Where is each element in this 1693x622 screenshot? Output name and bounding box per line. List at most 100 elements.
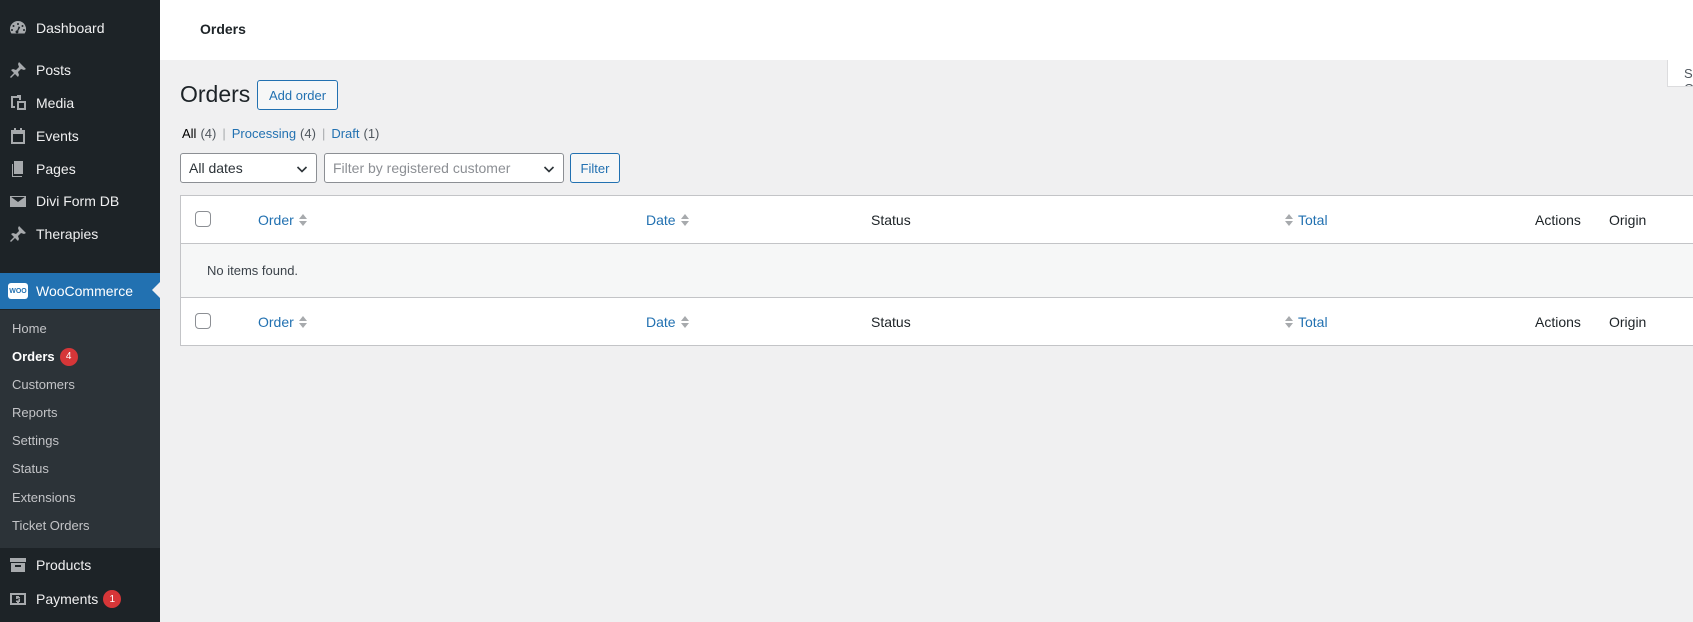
sort-icon <box>1284 212 1294 228</box>
menu-label: Payments <box>36 591 99 607</box>
select-all-checkbox[interactable] <box>195 211 211 227</box>
submenu-label: Reports <box>12 405 58 420</box>
menu-label: Therapies <box>36 226 99 242</box>
pin-icon <box>8 60 28 80</box>
chevron-down-icon <box>296 162 308 174</box>
submenu-item-orders[interactable]: Orders 4 <box>12 347 78 367</box>
woo-icon: WOO <box>8 283 28 299</box>
view-separator: | <box>321 126 326 141</box>
column-actions: Actions <box>1535 314 1581 330</box>
submenu-label: Home <box>12 321 47 336</box>
column-date-sort[interactable]: Date <box>646 196 694 244</box>
sort-icon <box>298 314 308 330</box>
page-title: Orders <box>180 81 251 107</box>
view-draft-link[interactable]: Draft <box>331 126 359 141</box>
submenu-label: Settings <box>12 433 59 448</box>
menu-label: Divi Form DB <box>36 193 120 209</box>
column-origin: Origin <box>1609 212 1647 228</box>
pin-icon <box>8 224 28 244</box>
column-origin: Origin <box>1609 314 1647 330</box>
menu-label: Pages <box>36 161 76 177</box>
calendar-icon <box>8 126 28 146</box>
column-status: Status <box>871 212 911 228</box>
page-header: Orders <box>160 0 1693 60</box>
column-date-sort[interactable]: Date <box>646 298 694 346</box>
submenu-item-home[interactable]: Home <box>12 319 47 339</box>
menu-label: Media <box>36 95 75 111</box>
sort-icon <box>298 212 308 228</box>
column-total-sort[interactable]: Total <box>1280 298 1328 346</box>
media-icon <box>8 93 28 113</box>
customer-filter-placeholder: Filter by registered customer <box>333 160 511 176</box>
customer-filter-select[interactable]: Filter by registered customer <box>324 153 564 183</box>
sort-icon <box>680 314 690 330</box>
pages-icon <box>8 159 28 179</box>
chevron-down-icon <box>543 162 555 174</box>
woocommerce-submenu: Home Orders 4 Customers Reports Settings … <box>0 310 160 548</box>
menu-item-media[interactable]: Media <box>0 86 160 120</box>
view-processing-count: (4) <box>300 126 316 141</box>
payments-count-badge: 1 <box>103 590 122 608</box>
menu-item-events[interactable]: Events <box>0 119 160 153</box>
view-processing-link[interactable]: Processing <box>232 126 296 141</box>
table-footer: Order Date Status Total Actions Origin <box>181 297 1693 345</box>
empty-message: No items found. <box>207 263 299 278</box>
status-views: All (4) | Processing (4) | Draft (1) <box>182 126 379 141</box>
orders-count-badge: 4 <box>59 348 78 366</box>
empty-table-row: No items found. <box>181 244 1693 297</box>
menu-label: WooCommerce <box>36 283 133 299</box>
submenu-item-reports[interactable]: Reports <box>12 403 58 423</box>
submenu-item-customers[interactable]: Customers <box>12 375 75 395</box>
view-draft-count: (1) <box>363 126 380 141</box>
add-order-button[interactable]: Add order <box>257 80 339 110</box>
sort-icon <box>680 212 690 228</box>
menu-label: Products <box>36 557 92 573</box>
menu-item-therapies[interactable]: Therapies <box>0 217 160 251</box>
date-filter-value: All dates <box>189 160 243 176</box>
menu-item-payments[interactable]: Payments 1 <box>0 582 160 616</box>
menu-item-pages[interactable]: Pages <box>0 152 160 186</box>
menu-label: Posts <box>36 62 72 78</box>
money-icon <box>8 589 28 609</box>
menu-item-woocommerce[interactable]: WOO WooCommerce <box>0 273 160 309</box>
view-all-link[interactable]: All <box>182 126 196 141</box>
archive-icon <box>8 555 28 575</box>
submenu-item-extensions[interactable]: Extensions <box>12 488 76 508</box>
submenu-item-settings[interactable]: Settings <box>12 431 59 451</box>
dashboard-icon <box>8 18 28 38</box>
table-header: Order Date Status Total Actions Origin <box>181 196 1693 244</box>
menu-item-products[interactable]: Products <box>0 548 160 582</box>
menu-item-divi-form-db[interactable]: Divi Form DB <box>0 184 160 218</box>
column-order-sort[interactable]: Order <box>258 196 312 244</box>
breadcrumb: Orders <box>200 21 246 37</box>
orders-table: Order Date Status Total Actions Origin N… <box>180 195 1693 346</box>
column-label: Date <box>646 314 676 330</box>
column-status: Status <box>871 314 911 330</box>
column-total-sort[interactable]: Total <box>1280 196 1328 244</box>
submenu-item-ticket-orders[interactable]: Ticket Orders <box>12 516 90 536</box>
menu-label: Events <box>36 128 79 144</box>
screen-options-button[interactable]: Screen Options <box>1667 60 1693 87</box>
submenu-label: Orders <box>12 349 55 364</box>
menu-item-posts[interactable]: Posts <box>0 53 160 87</box>
column-label: Date <box>646 212 676 228</box>
column-label: Total <box>1298 314 1328 330</box>
menu-label: Dashboard <box>36 20 105 36</box>
column-label: Total <box>1298 212 1328 228</box>
column-order-sort[interactable]: Order <box>258 298 312 346</box>
view-all-count: (4) <box>200 126 217 141</box>
submenu-label: Extensions <box>12 490 76 505</box>
select-all-checkbox[interactable] <box>195 313 211 329</box>
column-label: Order <box>258 212 294 228</box>
column-label: Order <box>258 314 294 330</box>
date-filter-select[interactable]: All dates <box>180 153 317 183</box>
admin-sidebar: Dashboard Posts Media Events Pages Divi … <box>0 0 160 622</box>
column-actions: Actions <box>1535 212 1581 228</box>
menu-item-dashboard[interactable]: Dashboard <box>0 11 160 45</box>
submenu-label: Customers <box>12 377 75 392</box>
email-icon <box>8 191 28 211</box>
submenu-label: Status <box>12 461 49 476</box>
submenu-label: Ticket Orders <box>12 518 90 533</box>
submenu-item-status[interactable]: Status <box>12 459 49 479</box>
filter-button[interactable]: Filter <box>570 153 620 183</box>
